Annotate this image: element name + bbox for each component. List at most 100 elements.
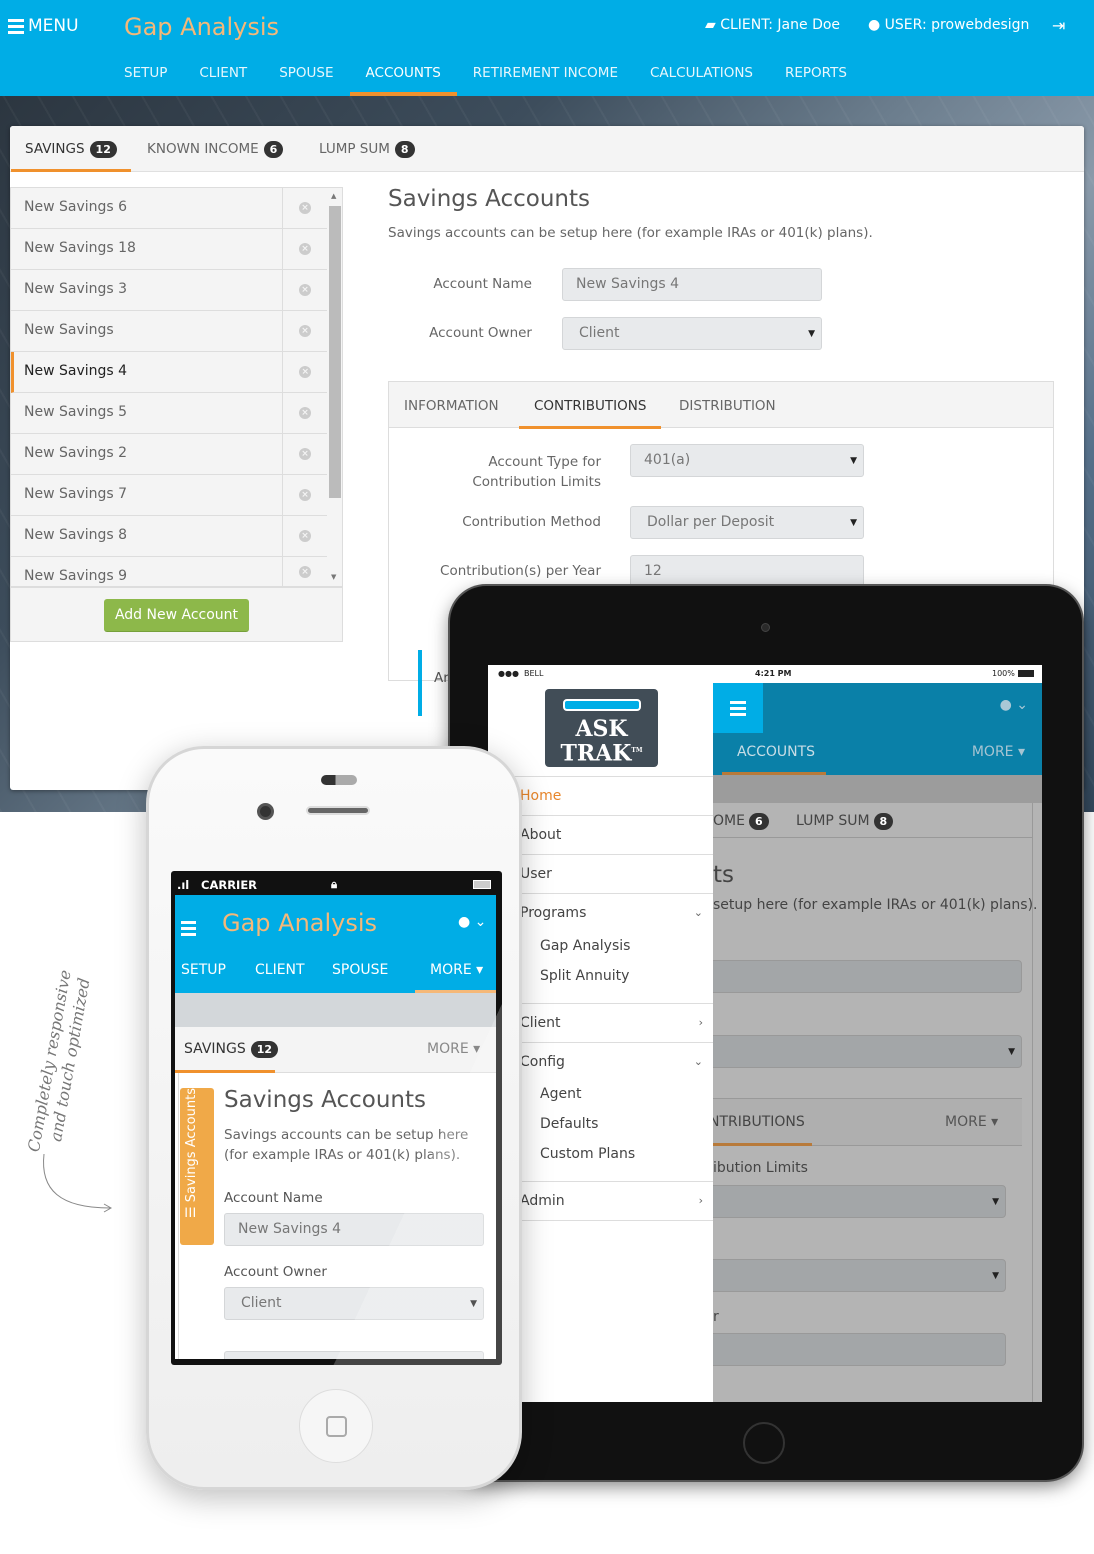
scroll-up-icon[interactable]: ▲ [331,192,336,200]
phone-account-owner-select[interactable]: Client ▼ [224,1287,484,1320]
logout-icon[interactable]: ⇥ [1052,16,1065,35]
tablet-tab-accounts[interactable]: ACCOUNTS [737,744,815,760]
info-callout-bar [418,650,422,716]
account-type-select[interactable]: 401(a) ▼ [630,444,864,477]
drawer-item-client[interactable]: Client › [520,1004,713,1043]
add-new-account-button[interactable]: Add New Account [104,599,249,632]
list-item[interactable]: New Savings 7 × [11,475,327,516]
drawer-subitem-gap-analysis[interactable]: Gap Analysis [540,938,630,954]
hamburger-icon[interactable] [181,921,196,936]
subtab-known-income[interactable]: KNOWN INCOME 6 [147,126,284,172]
dim-input [709,960,1022,993]
drawer-item-home[interactable]: Home [520,777,713,816]
nav-tab-spouse[interactable]: SPOUSE [263,56,349,96]
list-item[interactable]: New Savings × [11,311,327,352]
remove-button[interactable]: × [283,229,327,269]
signal-icon: .ıl [177,878,190,892]
scroll-down-icon[interactable]: ▼ [331,573,336,581]
item-name: New Savings 18 [11,229,283,269]
list-item[interactable]: New Savings 8 × [11,516,327,557]
scrollbar-thumb[interactable] [329,206,341,498]
remove-button[interactable]: × [283,557,327,586]
phone-nav-more[interactable]: MORE ▾ [430,962,483,978]
contribution-method-select[interactable]: Dollar per Deposit ▼ [630,506,864,539]
remove-button[interactable]: × [283,311,327,351]
phone-gray-band [175,993,496,1027]
savings-accounts-side-tab[interactable]: ☰ Savings Accounts [180,1088,214,1245]
phone-account-owner-label: Account Owner [224,1264,327,1280]
nav-tab-setup[interactable]: SETUP [108,56,183,96]
count-badge: 6 [263,141,284,158]
drawer-subitem-agent[interactable]: Agent [540,1086,581,1102]
remove-button[interactable]: × [283,475,327,515]
list-item[interactable]: New Savings 3 × [11,270,327,311]
dim-subtab-known-income: OME 6 [713,813,769,830]
carrier-label: CARRIER [201,878,258,892]
account-owner-select[interactable]: Client ▼ [562,317,822,350]
count-badge: 8 [873,813,894,830]
phone-nav-client[interactable]: CLIENT [255,962,305,978]
user-info[interactable]: ● USER: prowebdesign [868,17,1029,33]
remove-button[interactable]: × [283,352,327,392]
close-circle-icon: × [299,366,312,378]
account-name-input[interactable]: New Savings 4 [562,268,822,301]
phone-section-description: Savings accounts can be setup here (for e… [224,1125,468,1165]
caret-down-icon: ▼ [470,1299,477,1309]
inner-tab-distribution[interactable]: DISTRIBUTION [679,382,776,428]
subtab-label: KNOWN INCOME [147,141,259,157]
drawer-subitem-defaults[interactable]: Defaults [540,1116,598,1132]
list-item[interactable]: New Savings 18 × [11,229,327,270]
phone-next-field[interactable] [224,1351,484,1359]
list-item[interactable]: New Savings 6 × [11,188,327,229]
close-circle-icon: × [299,325,311,337]
phone-subtab-savings[interactable]: SAVINGS 12 [184,1041,279,1058]
subtab-lump-sum[interactable]: LUMP SUM 8 [319,126,415,172]
select-value: 401(a) [644,452,691,468]
drawer-subitem-custom-plans[interactable]: Custom Plans [540,1146,635,1162]
user-menu-icon[interactable]: ● ⌄ [1000,697,1028,713]
dim-tab-underline [709,1143,812,1146]
chevron-down-icon: ⌄ [693,906,703,919]
contributions-per-year-input[interactable]: 12 [630,555,864,588]
remove-button[interactable]: × [283,516,327,556]
count-badge: 12 [89,141,117,158]
phone-subtab-more[interactable]: MORE ▾ [427,1041,480,1057]
caret-down-icon: ▼ [1008,1047,1015,1057]
list-scrollbar[interactable]: ▲ ▼ [328,188,343,586]
inner-tab-information[interactable]: INFORMATION [404,382,499,428]
chevron-right-icon: › [698,1194,703,1207]
top-navbar: MENU Gap Analysis ▰ CLIENT: Jane Doe ● U… [0,0,1094,96]
dim-description: setup here (for example IRAs or 401(k) p… [713,897,1038,913]
drawer-item-admin[interactable]: Admin › [520,1182,713,1221]
menu-button[interactable]: MENU [8,16,79,36]
label-line: Contribution Limits [472,474,601,490]
subtab-savings[interactable]: SAVINGS 12 [11,126,131,172]
drawer-item-user[interactable]: User [520,855,713,894]
hamburger-button[interactable] [713,683,763,733]
list-item[interactable]: New Savings 5 × [11,393,327,434]
tablet-more-tab[interactable]: MORE ▾ [972,744,1025,760]
list-item-selected[interactable]: New Savings 4 × [11,352,327,393]
list-item[interactable]: New Savings 9 × [11,557,327,586]
drawer-subitem-split-annuity[interactable]: Split Annuity [540,968,629,984]
user-menu-icon[interactable]: ● ⌄ [458,914,486,930]
inner-tab-contributions[interactable]: CONTRIBUTIONS [518,382,662,429]
nav-tab-accounts[interactable]: ACCOUNTS [349,56,458,96]
remove-button[interactable]: × [283,270,327,310]
client-info[interactable]: ▰ CLIENT: Jane Doe [705,17,840,33]
phone-account-name-input[interactable]: New Savings 4 [224,1213,484,1246]
remove-button[interactable]: × [283,393,327,433]
drawer-label: Admin [520,1193,565,1209]
list-item[interactable]: New Savings 2 × [11,434,327,475]
nav-tab-calculations[interactable]: CALCULATIONS [634,56,769,96]
nav-tab-client[interactable]: CLIENT [183,56,263,96]
drawer-item-about[interactable]: About [520,816,713,855]
dim-select: ▼ [709,1185,1006,1218]
phone-nav-setup[interactable]: SETUP [181,962,226,978]
remove-button[interactable]: × [283,188,327,228]
nav-tab-reports[interactable]: REPORTS [769,56,863,96]
nav-tab-retirement-income[interactable]: RETIREMENT INCOME [457,56,634,96]
phone-nav-spouse[interactable]: SPOUSE [332,962,388,978]
remove-button[interactable]: × [283,434,327,474]
dim-gray-band [713,775,1042,803]
